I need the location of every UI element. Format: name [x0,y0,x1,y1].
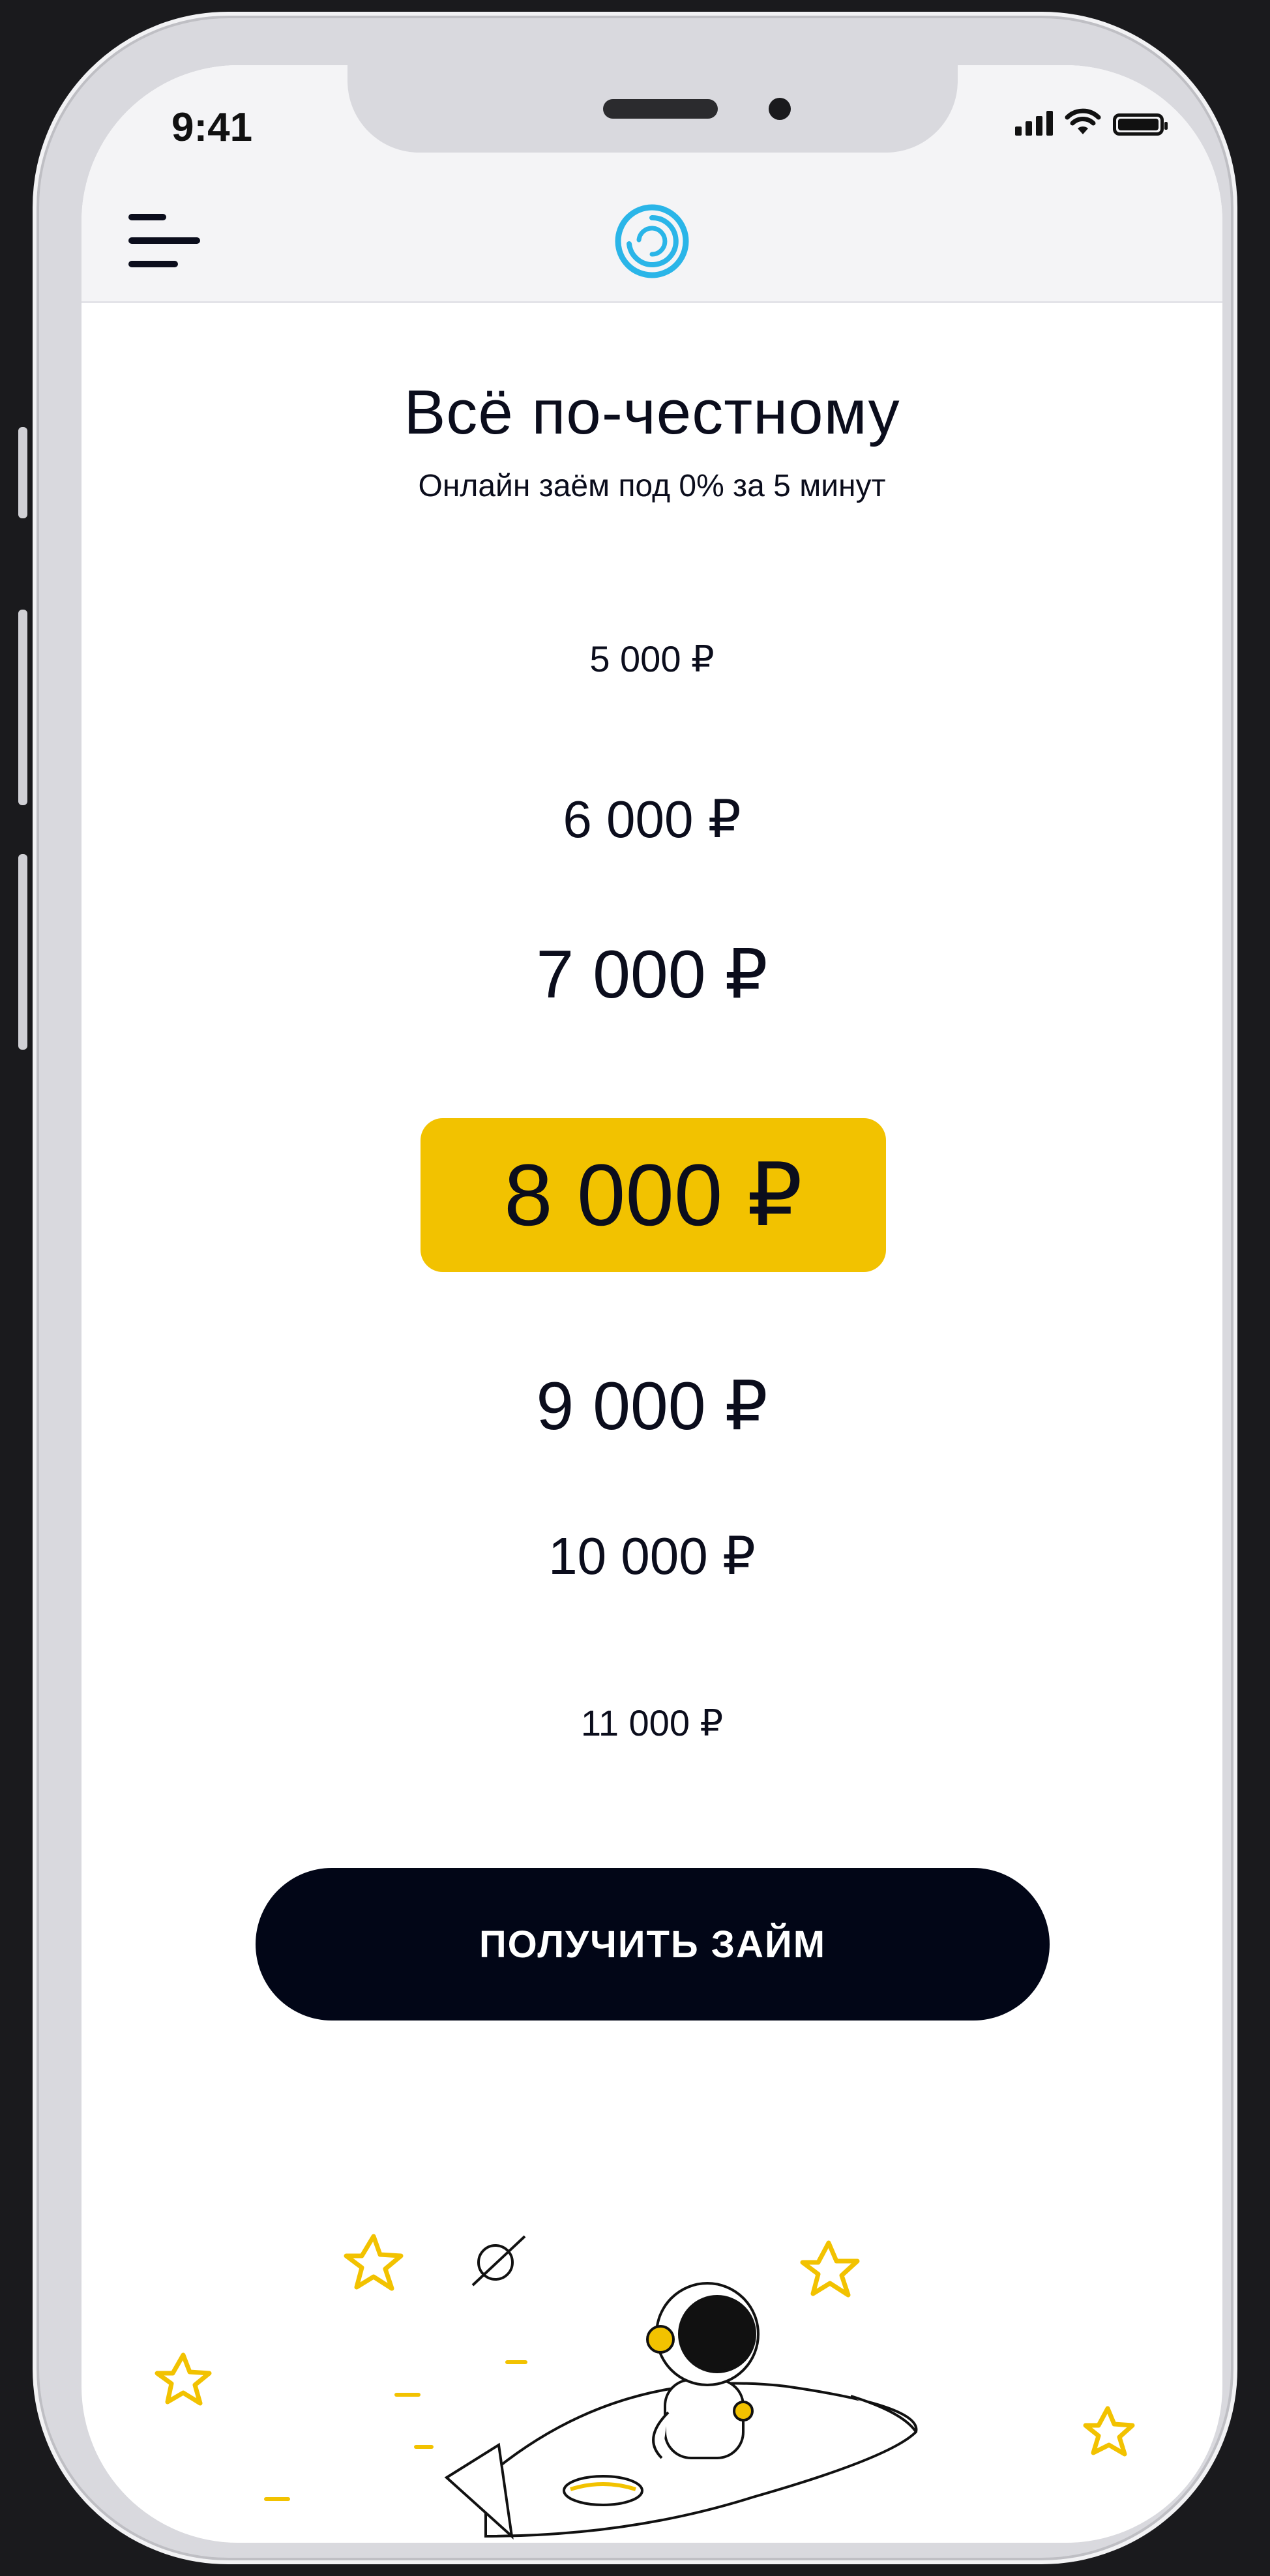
astronaut [646,2282,760,2459]
app-screen: 9:41 Всё по-честному Онлайн заём под 0% … [81,65,1222,2543]
amount-option[interactable]: 10 000 ₽ [81,1526,1222,1586]
planet-icon [471,2235,526,2287]
page-title: Всё по-честному [404,378,900,447]
header-divider [81,301,1222,303]
volume-down-button [18,854,27,1050]
amount-option[interactable]: 11 000 ₽ [81,1702,1222,1745]
page-subtitle: Онлайн заём под 0% за 5 минут [418,469,886,503]
ring-logo-icon[interactable] [613,202,691,280]
battery-icon [1113,113,1168,136]
volume-up-button [18,610,27,805]
amount-option[interactable]: 5 000 ₽ [81,638,1222,681]
notch [347,65,958,153]
speaker-grille [603,99,718,119]
selected-amount[interactable]: 8 000 ₽ [421,1118,886,1272]
status-time: 9:41 [171,105,253,150]
astronaut-rocket-illustration [155,2234,1135,2540]
amount-option[interactable]: 6 000 ₽ [81,789,1222,850]
status-icons [1015,108,1168,136]
amount-option[interactable]: 9 000 ₽ [81,1366,1222,1445]
cellular-signal-icon [1015,111,1053,136]
wifi-icon [1065,108,1101,134]
get-loan-button[interactable]: ПОЛУЧИТЬ ЗАЙМ [256,1868,1050,2021]
mute-switch [18,427,27,518]
front-camera [769,98,791,120]
hamburger-menu-icon[interactable] [128,214,200,273]
amount-option[interactable]: 7 000 ₽ [81,934,1222,1014]
device-mockup: 9:41 Всё по-честному Онлайн заём под 0% … [0,0,1270,2576]
